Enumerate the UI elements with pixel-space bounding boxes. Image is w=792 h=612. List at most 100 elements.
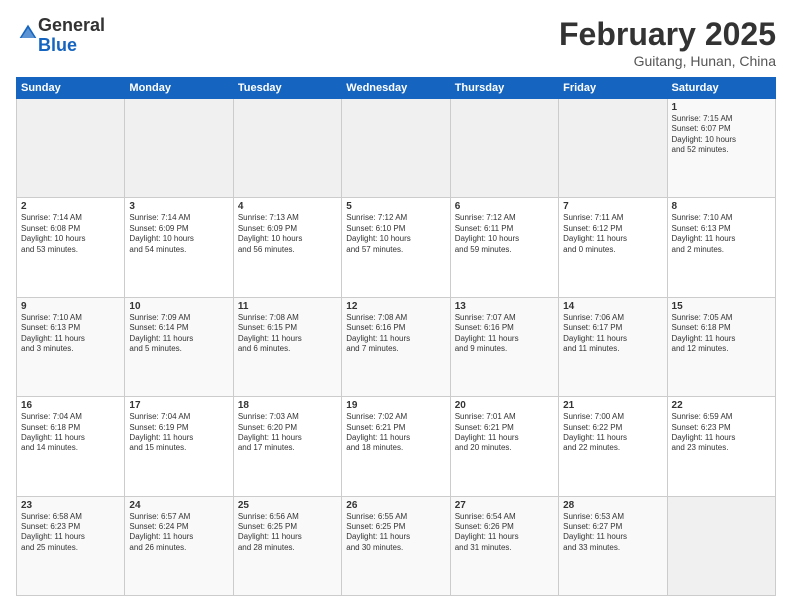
day-number: 11	[238, 301, 337, 312]
day-info: Sunrise: 7:14 AM Sunset: 6:08 PM Dayligh…	[21, 213, 120, 255]
weekday-tuesday: Tuesday	[233, 78, 341, 99]
day-info: Sunrise: 7:03 AM Sunset: 6:20 PM Dayligh…	[238, 412, 337, 454]
day-cell: 3Sunrise: 7:14 AM Sunset: 6:09 PM Daylig…	[125, 198, 233, 297]
header: General Blue February 2025 Guitang, Huna…	[16, 16, 776, 69]
day-cell: 27Sunrise: 6:54 AM Sunset: 6:26 PM Dayli…	[450, 496, 558, 595]
day-cell: 22Sunrise: 6:59 AM Sunset: 6:23 PM Dayli…	[667, 397, 775, 496]
weekday-saturday: Saturday	[667, 78, 775, 99]
day-number: 5	[346, 201, 445, 212]
day-cell: 28Sunrise: 6:53 AM Sunset: 6:27 PM Dayli…	[559, 496, 667, 595]
day-number: 9	[21, 301, 120, 312]
day-number: 21	[563, 400, 662, 411]
day-info: Sunrise: 6:58 AM Sunset: 6:23 PM Dayligh…	[21, 512, 120, 554]
day-info: Sunrise: 7:10 AM Sunset: 6:13 PM Dayligh…	[21, 313, 120, 355]
logo: General Blue	[16, 16, 105, 56]
day-number: 20	[455, 400, 554, 411]
day-cell	[125, 99, 233, 198]
day-number: 6	[455, 201, 554, 212]
week-row-1: 1Sunrise: 7:15 AM Sunset: 6:07 PM Daylig…	[17, 99, 776, 198]
day-cell: 6Sunrise: 7:12 AM Sunset: 6:11 PM Daylig…	[450, 198, 558, 297]
day-number: 7	[563, 201, 662, 212]
title-block: February 2025 Guitang, Hunan, China	[559, 16, 776, 69]
day-cell: 20Sunrise: 7:01 AM Sunset: 6:21 PM Dayli…	[450, 397, 558, 496]
day-cell: 2Sunrise: 7:14 AM Sunset: 6:08 PM Daylig…	[17, 198, 125, 297]
day-info: Sunrise: 7:14 AM Sunset: 6:09 PM Dayligh…	[129, 213, 228, 255]
day-number: 19	[346, 400, 445, 411]
day-info: Sunrise: 7:07 AM Sunset: 6:16 PM Dayligh…	[455, 313, 554, 355]
day-info: Sunrise: 7:13 AM Sunset: 6:09 PM Dayligh…	[238, 213, 337, 255]
day-number: 15	[672, 301, 771, 312]
day-info: Sunrise: 7:08 AM Sunset: 6:15 PM Dayligh…	[238, 313, 337, 355]
logo-general: General	[38, 15, 105, 35]
page: General Blue February 2025 Guitang, Huna…	[0, 0, 792, 612]
weekday-friday: Friday	[559, 78, 667, 99]
day-info: Sunrise: 6:56 AM Sunset: 6:25 PM Dayligh…	[238, 512, 337, 554]
day-info: Sunrise: 7:05 AM Sunset: 6:18 PM Dayligh…	[672, 313, 771, 355]
day-cell: 17Sunrise: 7:04 AM Sunset: 6:19 PM Dayli…	[125, 397, 233, 496]
day-number: 14	[563, 301, 662, 312]
day-cell: 7Sunrise: 7:11 AM Sunset: 6:12 PM Daylig…	[559, 198, 667, 297]
day-number: 3	[129, 201, 228, 212]
day-info: Sunrise: 7:01 AM Sunset: 6:21 PM Dayligh…	[455, 412, 554, 454]
day-cell	[450, 99, 558, 198]
day-info: Sunrise: 7:00 AM Sunset: 6:22 PM Dayligh…	[563, 412, 662, 454]
day-cell: 5Sunrise: 7:12 AM Sunset: 6:10 PM Daylig…	[342, 198, 450, 297]
calendar-table: SundayMondayTuesdayWednesdayThursdayFrid…	[16, 77, 776, 596]
day-cell: 24Sunrise: 6:57 AM Sunset: 6:24 PM Dayli…	[125, 496, 233, 595]
day-cell: 23Sunrise: 6:58 AM Sunset: 6:23 PM Dayli…	[17, 496, 125, 595]
logo-icon	[18, 23, 38, 43]
day-number: 10	[129, 301, 228, 312]
weekday-sunday: Sunday	[17, 78, 125, 99]
day-info: Sunrise: 6:59 AM Sunset: 6:23 PM Dayligh…	[672, 412, 771, 454]
day-info: Sunrise: 7:12 AM Sunset: 6:11 PM Dayligh…	[455, 213, 554, 255]
day-number: 1	[672, 102, 771, 113]
day-cell: 21Sunrise: 7:00 AM Sunset: 6:22 PM Dayli…	[559, 397, 667, 496]
day-cell: 12Sunrise: 7:08 AM Sunset: 6:16 PM Dayli…	[342, 297, 450, 396]
day-info: Sunrise: 6:55 AM Sunset: 6:25 PM Dayligh…	[346, 512, 445, 554]
day-info: Sunrise: 6:54 AM Sunset: 6:26 PM Dayligh…	[455, 512, 554, 554]
day-info: Sunrise: 7:15 AM Sunset: 6:07 PM Dayligh…	[672, 114, 771, 156]
week-row-4: 16Sunrise: 7:04 AM Sunset: 6:18 PM Dayli…	[17, 397, 776, 496]
day-cell: 10Sunrise: 7:09 AM Sunset: 6:14 PM Dayli…	[125, 297, 233, 396]
day-cell: 26Sunrise: 6:55 AM Sunset: 6:25 PM Dayli…	[342, 496, 450, 595]
day-cell	[17, 99, 125, 198]
day-cell: 25Sunrise: 6:56 AM Sunset: 6:25 PM Dayli…	[233, 496, 341, 595]
week-row-5: 23Sunrise: 6:58 AM Sunset: 6:23 PM Dayli…	[17, 496, 776, 595]
week-row-2: 2Sunrise: 7:14 AM Sunset: 6:08 PM Daylig…	[17, 198, 776, 297]
day-info: Sunrise: 7:12 AM Sunset: 6:10 PM Dayligh…	[346, 213, 445, 255]
day-number: 4	[238, 201, 337, 212]
day-info: Sunrise: 7:08 AM Sunset: 6:16 PM Dayligh…	[346, 313, 445, 355]
day-number: 2	[21, 201, 120, 212]
day-cell: 14Sunrise: 7:06 AM Sunset: 6:17 PM Dayli…	[559, 297, 667, 396]
day-number: 22	[672, 400, 771, 411]
day-number: 13	[455, 301, 554, 312]
day-number: 12	[346, 301, 445, 312]
day-number: 24	[129, 500, 228, 511]
day-cell: 19Sunrise: 7:02 AM Sunset: 6:21 PM Dayli…	[342, 397, 450, 496]
day-number: 17	[129, 400, 228, 411]
day-cell: 16Sunrise: 7:04 AM Sunset: 6:18 PM Dayli…	[17, 397, 125, 496]
day-number: 23	[21, 500, 120, 511]
day-cell: 18Sunrise: 7:03 AM Sunset: 6:20 PM Dayli…	[233, 397, 341, 496]
day-number: 27	[455, 500, 554, 511]
day-number: 28	[563, 500, 662, 511]
day-info: Sunrise: 7:06 AM Sunset: 6:17 PM Dayligh…	[563, 313, 662, 355]
weekday-thursday: Thursday	[450, 78, 558, 99]
day-cell	[233, 99, 341, 198]
day-info: Sunrise: 6:57 AM Sunset: 6:24 PM Dayligh…	[129, 512, 228, 554]
location-title: Guitang, Hunan, China	[559, 53, 776, 69]
day-cell	[342, 99, 450, 198]
day-info: Sunrise: 6:53 AM Sunset: 6:27 PM Dayligh…	[563, 512, 662, 554]
day-info: Sunrise: 7:02 AM Sunset: 6:21 PM Dayligh…	[346, 412, 445, 454]
day-info: Sunrise: 7:09 AM Sunset: 6:14 PM Dayligh…	[129, 313, 228, 355]
day-info: Sunrise: 7:04 AM Sunset: 6:19 PM Dayligh…	[129, 412, 228, 454]
day-number: 25	[238, 500, 337, 511]
week-row-3: 9Sunrise: 7:10 AM Sunset: 6:13 PM Daylig…	[17, 297, 776, 396]
day-number: 8	[672, 201, 771, 212]
logo-blue: Blue	[38, 35, 77, 55]
weekday-monday: Monday	[125, 78, 233, 99]
day-number: 18	[238, 400, 337, 411]
day-cell: 8Sunrise: 7:10 AM Sunset: 6:13 PM Daylig…	[667, 198, 775, 297]
day-cell: 11Sunrise: 7:08 AM Sunset: 6:15 PM Dayli…	[233, 297, 341, 396]
day-cell: 9Sunrise: 7:10 AM Sunset: 6:13 PM Daylig…	[17, 297, 125, 396]
